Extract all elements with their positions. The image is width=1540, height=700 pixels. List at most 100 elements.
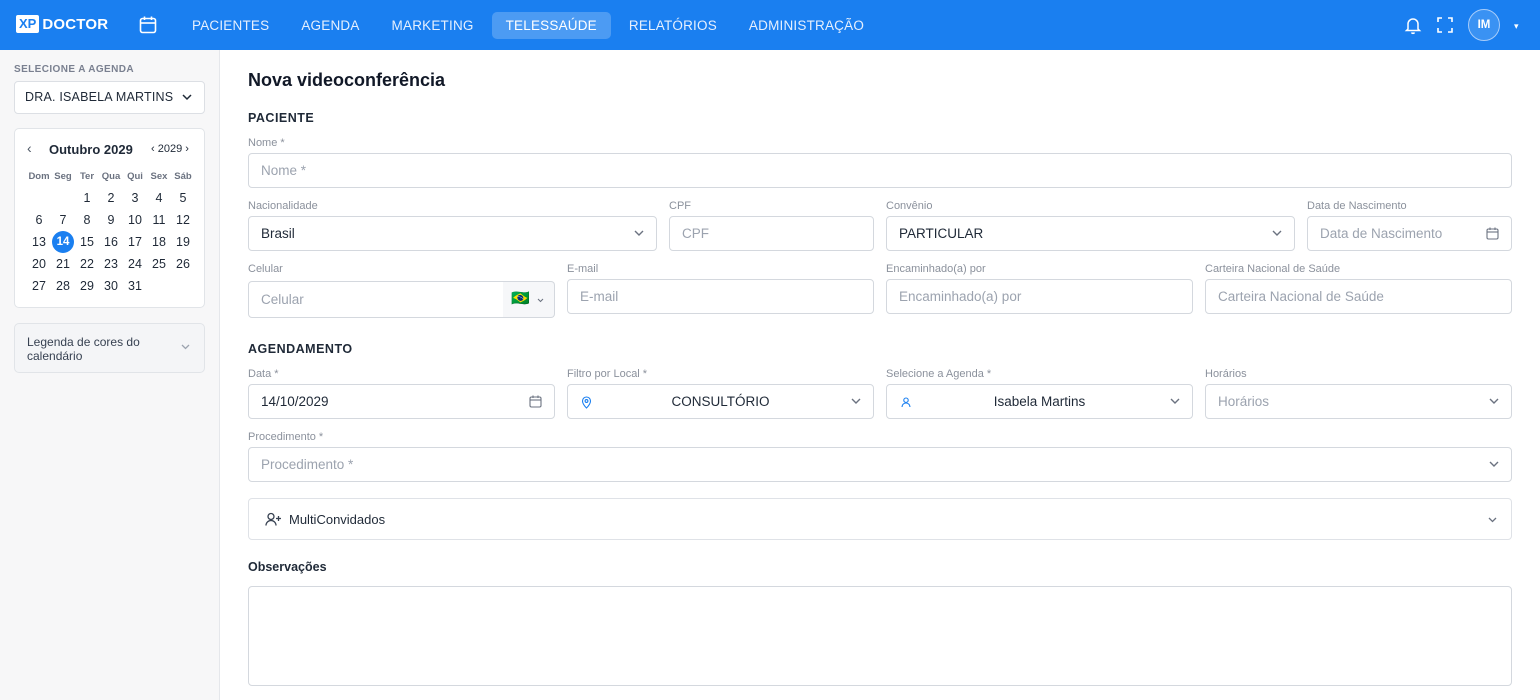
calendar-day[interactable]: 1 bbox=[75, 191, 99, 205]
week-row: 27 28 29 30 31 bbox=[27, 275, 195, 297]
weekday: Qui bbox=[127, 170, 143, 182]
chevron-down-icon bbox=[1272, 230, 1282, 236]
calendar-day[interactable]: 30 bbox=[99, 279, 123, 293]
calendar-day[interactable]: 5 bbox=[171, 191, 195, 205]
user-menu-caret-icon[interactable]: ▾ bbox=[1514, 21, 1519, 32]
calendar-day[interactable]: 11 bbox=[147, 213, 171, 227]
nav-agenda[interactable]: AGENDA bbox=[285, 12, 375, 39]
calendar-day[interactable]: 13 bbox=[27, 235, 51, 249]
cns-input[interactable]: Carteira Nacional de Saúde bbox=[1205, 279, 1512, 314]
page-title: Nova videoconferência bbox=[248, 70, 446, 90]
app-logo[interactable]: XP DOCTOR bbox=[16, 15, 108, 33]
calendar-day[interactable]: 3 bbox=[123, 191, 147, 205]
agenda-select[interactable]: Isabela Martins bbox=[886, 384, 1193, 419]
calendar-day[interactable]: 18 bbox=[147, 235, 171, 249]
calendar-icon[interactable] bbox=[529, 395, 542, 408]
fullscreen-icon[interactable] bbox=[1435, 15, 1455, 35]
calendar-day[interactable]: 2 bbox=[99, 191, 123, 205]
main-content: Nova videoconferência PACIENTE Nome * No… bbox=[220, 50, 1540, 700]
calendar-day[interactable]: 7 bbox=[51, 213, 75, 227]
prev-month-button[interactable]: ‹ bbox=[27, 140, 32, 156]
data-value: 14/10/2029 bbox=[261, 394, 329, 409]
horarios-label: Horários bbox=[1205, 368, 1247, 380]
local-select[interactable]: CONSULTÓRIO bbox=[567, 384, 874, 419]
weekday: Sáb bbox=[174, 170, 192, 182]
calendar-day[interactable]: 24 bbox=[123, 257, 147, 271]
calendar-icon[interactable] bbox=[1486, 227, 1499, 240]
nascimento-input[interactable]: Data de Nascimento bbox=[1307, 216, 1512, 251]
celular-label: Celular bbox=[248, 263, 283, 275]
calendar-day[interactable]: 8 bbox=[75, 213, 99, 227]
convenio-select[interactable]: PARTICULAR bbox=[886, 216, 1295, 251]
calendar-day[interactable]: 19 bbox=[171, 235, 195, 249]
calendar-day[interactable]: 29 bbox=[75, 279, 99, 293]
email-label: E-mail bbox=[567, 263, 599, 275]
chevron-down-icon bbox=[634, 230, 644, 236]
calendar-day[interactable]: 17 bbox=[123, 235, 147, 249]
nacionalidade-value: Brasil bbox=[261, 226, 295, 241]
calendar-day[interactable]: 25 bbox=[147, 257, 171, 271]
cpf-input[interactable]: CPF bbox=[669, 216, 874, 251]
nacionalidade-select[interactable]: Brasil bbox=[248, 216, 657, 251]
calendar-month: Outubro 2029 bbox=[49, 142, 133, 157]
calendar-day[interactable]: 21 bbox=[51, 257, 75, 271]
calendar-day[interactable]: 20 bbox=[27, 257, 51, 271]
bell-icon[interactable] bbox=[1403, 15, 1423, 35]
calendar-day[interactable]: 23 bbox=[99, 257, 123, 271]
week-row: 20 21 22 23 24 25 26 bbox=[27, 253, 195, 275]
data-input[interactable]: 14/10/2029 bbox=[248, 384, 555, 419]
logo-name: DOCTOR bbox=[42, 15, 109, 33]
observacoes-label: Observações bbox=[248, 560, 327, 574]
calendar-day[interactable]: 9 bbox=[99, 213, 123, 227]
calendar-year-nav[interactable]: ‹ 2029 › bbox=[151, 143, 189, 155]
chevron-down-icon bbox=[1489, 461, 1499, 467]
chevron-down-icon bbox=[1170, 398, 1180, 404]
country-code-select[interactable]: 🇧🇷 bbox=[503, 281, 555, 318]
calendar-day[interactable]: 10 bbox=[123, 213, 147, 227]
main-nav: PACIENTES AGENDA MARKETING TELESSAÚDE RE… bbox=[176, 12, 880, 39]
calendar-day[interactable]: 27 bbox=[27, 279, 51, 293]
nav-relatorios[interactable]: RELATÓRIOS bbox=[613, 12, 733, 39]
cns-label: Carteira Nacional de Saúde bbox=[1205, 263, 1341, 275]
nascimento-label: Data de Nascimento bbox=[1307, 200, 1407, 212]
calendar-day[interactable]: 12 bbox=[171, 213, 195, 227]
data-label: Data * bbox=[248, 368, 279, 380]
convenio-label: Convênio bbox=[886, 200, 933, 212]
calendar-day[interactable]: 22 bbox=[75, 257, 99, 271]
calendar-day[interactable]: 26 bbox=[171, 257, 195, 271]
celular-input[interactable]: Celular bbox=[248, 281, 504, 318]
calendar-day[interactable]: 6 bbox=[27, 213, 51, 227]
nav-administracao[interactable]: ADMINISTRAÇÃO bbox=[733, 12, 880, 39]
calendar-legend-toggle[interactable]: Legenda de cores do calendário bbox=[14, 323, 205, 373]
weekday-row: Dom Seg Ter Qua Qui Sex Sáb bbox=[27, 169, 195, 183]
procedimento-select[interactable]: Procedimento * bbox=[248, 447, 1512, 482]
calendar-day[interactable]: 28 bbox=[51, 279, 75, 293]
nav-telessaude[interactable]: TELESSAÚDE bbox=[491, 12, 611, 39]
sidebar: SELECIONE A AGENDA DRA. ISABELA MARTINS … bbox=[0, 50, 220, 700]
horarios-select[interactable]: Horários bbox=[1205, 384, 1512, 419]
email-input[interactable]: E-mail bbox=[567, 279, 874, 314]
weekday: Ter bbox=[79, 170, 95, 182]
nome-input[interactable]: Nome * bbox=[248, 153, 1512, 188]
calendar-day[interactable]: 16 bbox=[99, 235, 123, 249]
encaminhado-input[interactable]: Encaminhado(a) por bbox=[886, 279, 1193, 314]
weekday: Dom bbox=[28, 170, 50, 182]
nascimento-placeholder: Data de Nascimento bbox=[1320, 226, 1443, 241]
agenda-select[interactable]: DRA. ISABELA MARTINS bbox=[14, 81, 205, 114]
logo-xp: XP bbox=[16, 15, 40, 33]
calendar-day[interactable]: 15 bbox=[75, 235, 99, 249]
nav-pacientes[interactable]: PACIENTES bbox=[176, 12, 285, 39]
observacoes-textarea[interactable] bbox=[248, 586, 1512, 686]
calendar-day-today[interactable]: 14 bbox=[52, 231, 74, 253]
user-avatar[interactable]: IM bbox=[1468, 9, 1500, 41]
calendar-day[interactable]: 4 bbox=[147, 191, 171, 205]
chevron-down-icon bbox=[851, 398, 861, 404]
nav-marketing[interactable]: MARKETING bbox=[376, 12, 490, 39]
calendar-icon[interactable] bbox=[138, 15, 158, 35]
weekday: Qua bbox=[101, 170, 121, 182]
agenda-select-value: DRA. ISABELA MARTINS bbox=[25, 90, 174, 104]
chevron-down-icon bbox=[181, 344, 190, 350]
weekday: Seg bbox=[54, 170, 72, 182]
calendar-day[interactable]: 31 bbox=[123, 279, 147, 293]
multiconvidados-accordion[interactable]: MultiConvidados bbox=[248, 498, 1512, 540]
